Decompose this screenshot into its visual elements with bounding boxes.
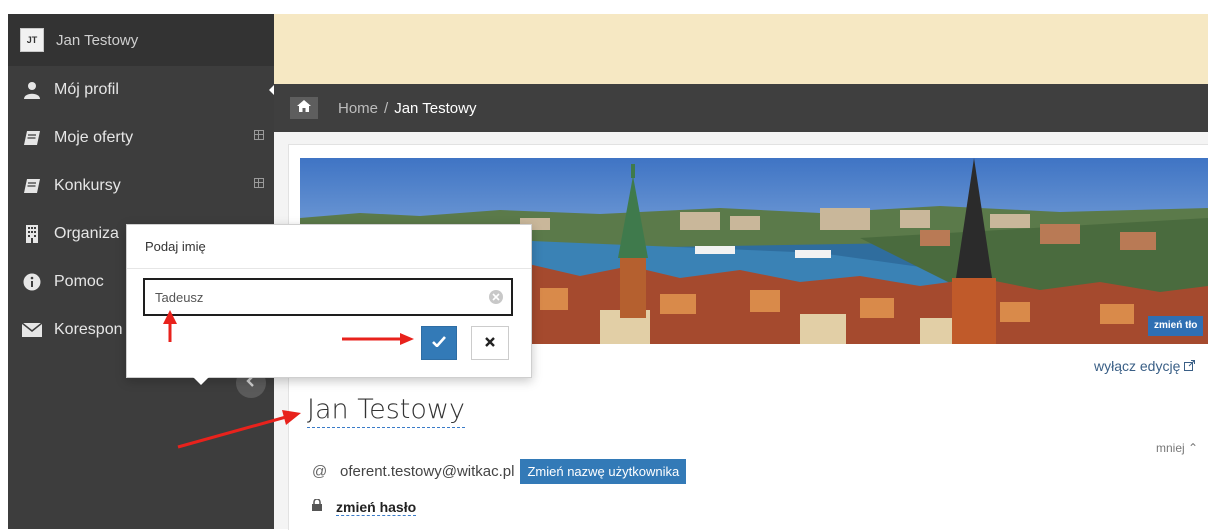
profile-name-editable[interactable]: Jan Testowy [307, 394, 465, 428]
cancel-button[interactable] [471, 326, 509, 360]
edit-toggle-link[interactable]: wyłącz edycję [1094, 358, 1208, 374]
sidebar-item-label: Moje oferty [54, 129, 134, 146]
confirm-button[interactable] [421, 326, 457, 360]
sidebar-item-label: Pomoc [54, 273, 104, 290]
password-row: zmień hasło [312, 498, 417, 516]
sidebar-item-competitions[interactable]: Konkursy [8, 162, 274, 210]
breadcrumb-current: Jan Testowy [394, 99, 477, 117]
home-button[interactable] [290, 97, 318, 119]
home-icon [297, 99, 311, 117]
envelope-icon [22, 320, 42, 340]
edit-name-popover: Podaj imię [126, 224, 532, 378]
breadcrumb-home-link[interactable]: Home [338, 100, 378, 117]
popover-title: Podaj imię [127, 225, 531, 269]
book-icon [22, 128, 42, 148]
first-name-input[interactable] [151, 286, 479, 308]
user-name: Jan Testowy [56, 31, 139, 49]
user-icon [22, 80, 42, 100]
close-icon [485, 334, 495, 352]
edit-toggle-label: wyłącz edycję [1094, 358, 1181, 374]
checkmark-icon [432, 334, 446, 352]
sidebar-item-label: Konkursy [54, 177, 121, 194]
name-input-wrapper [143, 278, 513, 316]
show-less-link[interactable]: mniej ⌃ [1156, 441, 1198, 455]
book-icon [22, 176, 42, 196]
sidebar-item-my-offers[interactable]: Moje oferty [8, 114, 274, 162]
top-bar [274, 14, 1208, 84]
popover-pointer [190, 374, 212, 385]
at-icon: @ [312, 463, 328, 480]
building-icon [22, 224, 42, 244]
change-username-button[interactable]: Zmień nazwę użytkownika [520, 459, 687, 484]
sidebar-item-label: Mój profil [54, 81, 119, 98]
clear-input-icon[interactable] [489, 290, 503, 304]
breadcrumb: Home / Jan Testowy [274, 84, 1208, 132]
lock-icon [312, 498, 322, 516]
external-link-icon [1184, 358, 1196, 374]
expand-icon[interactable] [254, 178, 264, 188]
expand-icon[interactable] [254, 130, 264, 140]
change-background-button[interactable]: zmień tło [1148, 316, 1204, 336]
avatar: JT [20, 28, 44, 52]
sidebar-item-my-profile[interactable]: Mój profil [8, 66, 276, 114]
info-icon [22, 272, 42, 292]
change-password-link[interactable]: zmień hasło [336, 499, 417, 516]
email-row: @ oferent.testowy@witkac.pl Zmień nazwę … [312, 459, 687, 484]
sidebar-item-label: Organiza [54, 225, 119, 242]
user-email: oferent.testowy@witkac.pl [340, 463, 515, 480]
breadcrumb-separator: / [384, 99, 389, 117]
user-bar[interactable]: JT Jan Testowy [8, 14, 274, 66]
sidebar-item-label: Korespon [54, 321, 123, 338]
